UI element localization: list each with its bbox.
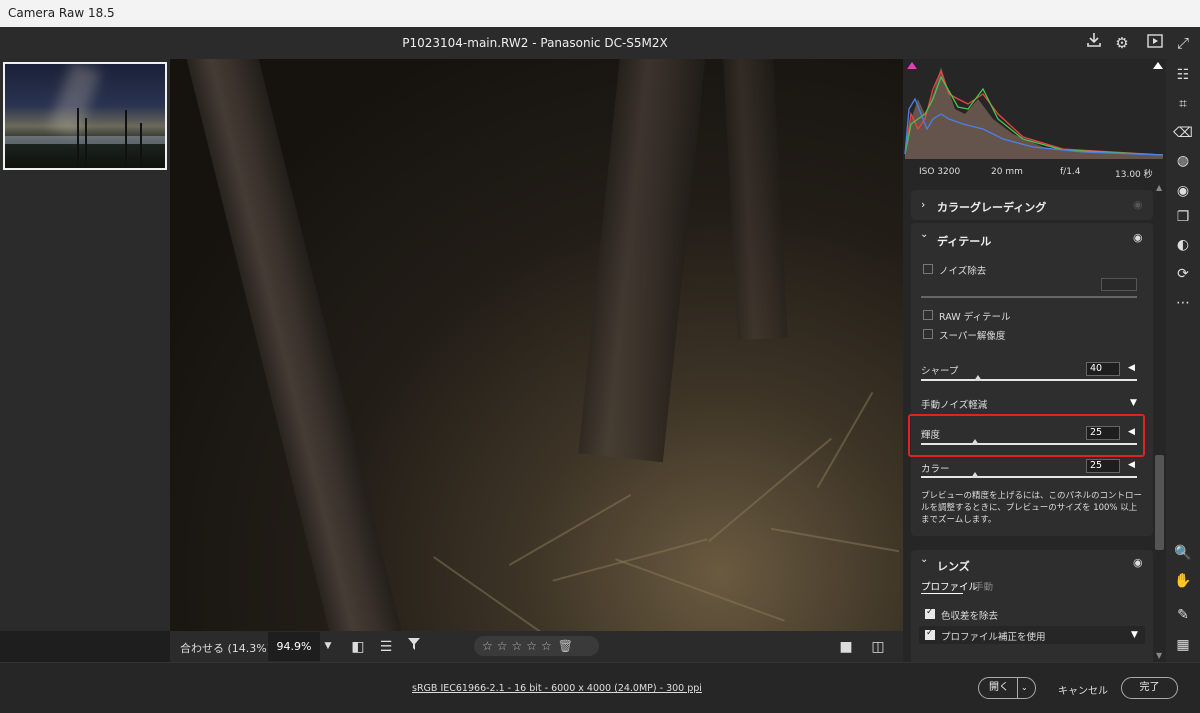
open-button[interactable]: 開く ⌄ — [978, 677, 1036, 699]
super-resolution-checkbox[interactable] — [923, 329, 933, 339]
color-noise-slider-knob[interactable] — [971, 472, 979, 478]
filmstrip-thumbnail[interactable] — [3, 62, 167, 170]
profile-correction-row: プロファイル補正を使用 ▼ — [919, 626, 1145, 644]
gear-icon[interactable]: ⚙ — [1111, 32, 1133, 54]
sharpen-label: シャープ — [921, 366, 959, 377]
sharpen-value[interactable]: 40 — [1086, 362, 1120, 376]
visibility-eye-icon[interactable]: ◉ — [1133, 556, 1143, 569]
manual-noise-label: 手動ノイズ軽減 — [921, 400, 988, 411]
sort-icon[interactable]: ☰ — [376, 637, 396, 657]
tab-manual[interactable]: 手動 — [974, 579, 993, 593]
chevron-right-icon[interactable]: › — [921, 198, 925, 211]
mask-icon[interactable]: ◍ — [1173, 151, 1193, 171]
chevron-down-icon[interactable]: ⌄ — [920, 229, 928, 240]
color-noise-value[interactable]: 25 — [1086, 459, 1120, 473]
preview-hint-text: プレビューの精度を上げるには、このパネルのコントロールを調整するときに、プレビュ… — [921, 491, 1143, 525]
workflow-options-link[interactable]: sRGB IEC61966-2.1 - 16 bit - 6000 x 4000… — [412, 683, 702, 694]
color-noise-reset-icon[interactable]: ◀ — [1128, 460, 1135, 470]
visibility-eye-icon[interactable]: ◉ — [1133, 198, 1143, 211]
chevron-down-icon[interactable]: ⌄ — [1021, 678, 1028, 698]
redeye-icon[interactable]: ◉ — [1173, 181, 1193, 201]
window-title: Camera Raw 18.5 — [8, 6, 115, 20]
lens-panel: ⌄ レンズ ◉ プロファイル 手動 色収差を除去 プロファイル補正を使用 ▼ — [911, 550, 1153, 662]
filmstrip — [0, 59, 170, 631]
trash-icon[interactable]: 🗑 — [558, 639, 577, 653]
histogram-graph — [904, 67, 1164, 159]
viewer-toolbar: 合わせる (14.3%) 94.9% ▼ ◧ ☰ ☆☆☆☆☆ 🗑 ■ ◫ — [170, 631, 903, 662]
chevron-down-icon[interactable]: ▼ — [1130, 398, 1137, 408]
chevron-down-icon[interactable]: ▼ — [1131, 630, 1138, 640]
tab-profile-underline — [921, 593, 963, 594]
focal-length: 20 mm — [991, 167, 1023, 177]
more-icon[interactable]: ⋯ — [1173, 293, 1193, 313]
scroll-down-icon[interactable]: ▼ — [1156, 651, 1162, 660]
grid-icon[interactable]: ▦ — [1173, 635, 1193, 655]
use-profile-label: プロファイル補正を使用 — [941, 632, 1046, 643]
window-titlebar: Camera Raw 18.5 — [0, 0, 1200, 27]
super-resolution-label: スーパー解像度 — [939, 331, 1006, 342]
open-button-label: 開く — [989, 682, 1009, 693]
sharpen-slider-knob[interactable] — [974, 375, 982, 381]
raw-detail-label: RAW ディテール — [939, 312, 1011, 323]
cancel-button[interactable]: キャンセル — [1058, 682, 1108, 697]
aperture-value: f/1.4 — [1060, 167, 1081, 177]
chevron-down-icon[interactable]: ▼ — [320, 632, 336, 661]
edit-sliders-icon[interactable]: ☷ — [1173, 65, 1193, 85]
file-name: P1023104-main.RW2 - Panasonic DC-S5M2X — [402, 36, 668, 50]
rating-stars[interactable]: ☆☆☆☆☆ 🗑 — [474, 636, 599, 656]
noise-reduction-label: ノイズ除去 — [939, 266, 987, 277]
header-bar: P1023104-main.RW2 - Panasonic DC-S5M2X ⚙… — [0, 27, 1200, 59]
detail-panel: ⌄ ディテール ◉ ノイズ除去 RAW ディテール スーパー解像度 シャープ 4… — [911, 223, 1153, 536]
panel-scrollbar[interactable]: ▲ ▼ — [1153, 183, 1166, 662]
filmstrip-toggle-icon[interactable]: ◧ — [348, 637, 368, 657]
eraser-icon[interactable]: ⌫ — [1173, 123, 1193, 143]
hand-icon[interactable]: ✋ — [1173, 571, 1193, 591]
scroll-up-icon[interactable]: ▲ — [1156, 183, 1162, 192]
use-profile-checkbox[interactable] — [925, 628, 935, 640]
before-after-icon[interactable]: ◫ — [868, 637, 888, 657]
lens-title[interactable]: レンズ — [937, 558, 970, 574]
footer-bar: sRGB IEC61966-2.1 - 16 bit - 6000 x 4000… — [0, 662, 1200, 713]
visibility-eye-icon[interactable]: ◉ — [1133, 231, 1143, 244]
chevron-down-icon[interactable]: ⌄ — [920, 554, 928, 565]
color-noise-label: カラー — [921, 464, 950, 475]
noise-reduction-checkbox[interactable] — [923, 264, 933, 274]
noise-reduction-slider[interactable] — [921, 296, 1137, 298]
color-grading-panel: › カラーグレーディング ◉ — [911, 190, 1153, 220]
done-button[interactable]: 完了 — [1121, 677, 1178, 699]
image-preview[interactable] — [170, 59, 903, 631]
filter-icon[interactable] — [404, 637, 424, 657]
save-icon[interactable] — [1083, 32, 1105, 54]
fullscreen-icon[interactable]: ⤢ — [1172, 32, 1194, 54]
sync-icon[interactable]: ⟳ — [1173, 264, 1193, 284]
single-view-icon[interactable]: ■ — [836, 637, 856, 657]
color-grading-title[interactable]: カラーグレーディング — [937, 199, 1046, 215]
tool-strip: ☷ ⌗ ⌫ ◍ ◉ ❐ ◐ ⟳ ⋯ 🔍 ✋ ✎ ▦ — [1166, 59, 1200, 662]
iso-value: ISO 3200 — [919, 167, 961, 177]
done-button-label: 完了 — [1139, 682, 1160, 693]
sharpen-slider[interactable] — [921, 379, 1137, 381]
sharpen-reset-icon[interactable]: ◀ — [1128, 363, 1135, 373]
zoom-icon[interactable]: 🔍 — [1173, 543, 1193, 563]
color-noise-slider[interactable] — [921, 476, 1137, 478]
crop-icon[interactable]: ⌗ — [1173, 94, 1193, 114]
fit-zoom-button[interactable]: 合わせる (14.3%) — [180, 640, 271, 656]
remove-ca-label: 色収差を除去 — [941, 611, 999, 622]
remove-ca-checkbox[interactable] — [925, 607, 935, 619]
snapshots-icon[interactable]: ❐ — [1173, 207, 1193, 227]
noise-reduction-value[interactable] — [1101, 278, 1137, 291]
highlight-box — [908, 414, 1145, 457]
tab-profile[interactable]: プロファイル — [921, 579, 978, 593]
raw-detail-checkbox[interactable] — [923, 310, 933, 320]
rating-stars-text[interactable]: ☆☆☆☆☆ — [482, 639, 556, 653]
scrollbar-thumb[interactable] — [1155, 455, 1164, 550]
presets-icon[interactable]: ◐ — [1173, 235, 1193, 255]
detail-title[interactable]: ディテール — [937, 233, 991, 249]
histogram: ISO 3200 20 mm f/1.4 13.00 秒 — [903, 59, 1166, 184]
zoom-level[interactable]: 94.9% — [268, 632, 320, 661]
shutter-speed: 13.00 秒 — [1115, 170, 1153, 180]
eyedropper-icon[interactable]: ✎ — [1173, 605, 1193, 625]
slideshow-icon[interactable] — [1144, 32, 1166, 54]
